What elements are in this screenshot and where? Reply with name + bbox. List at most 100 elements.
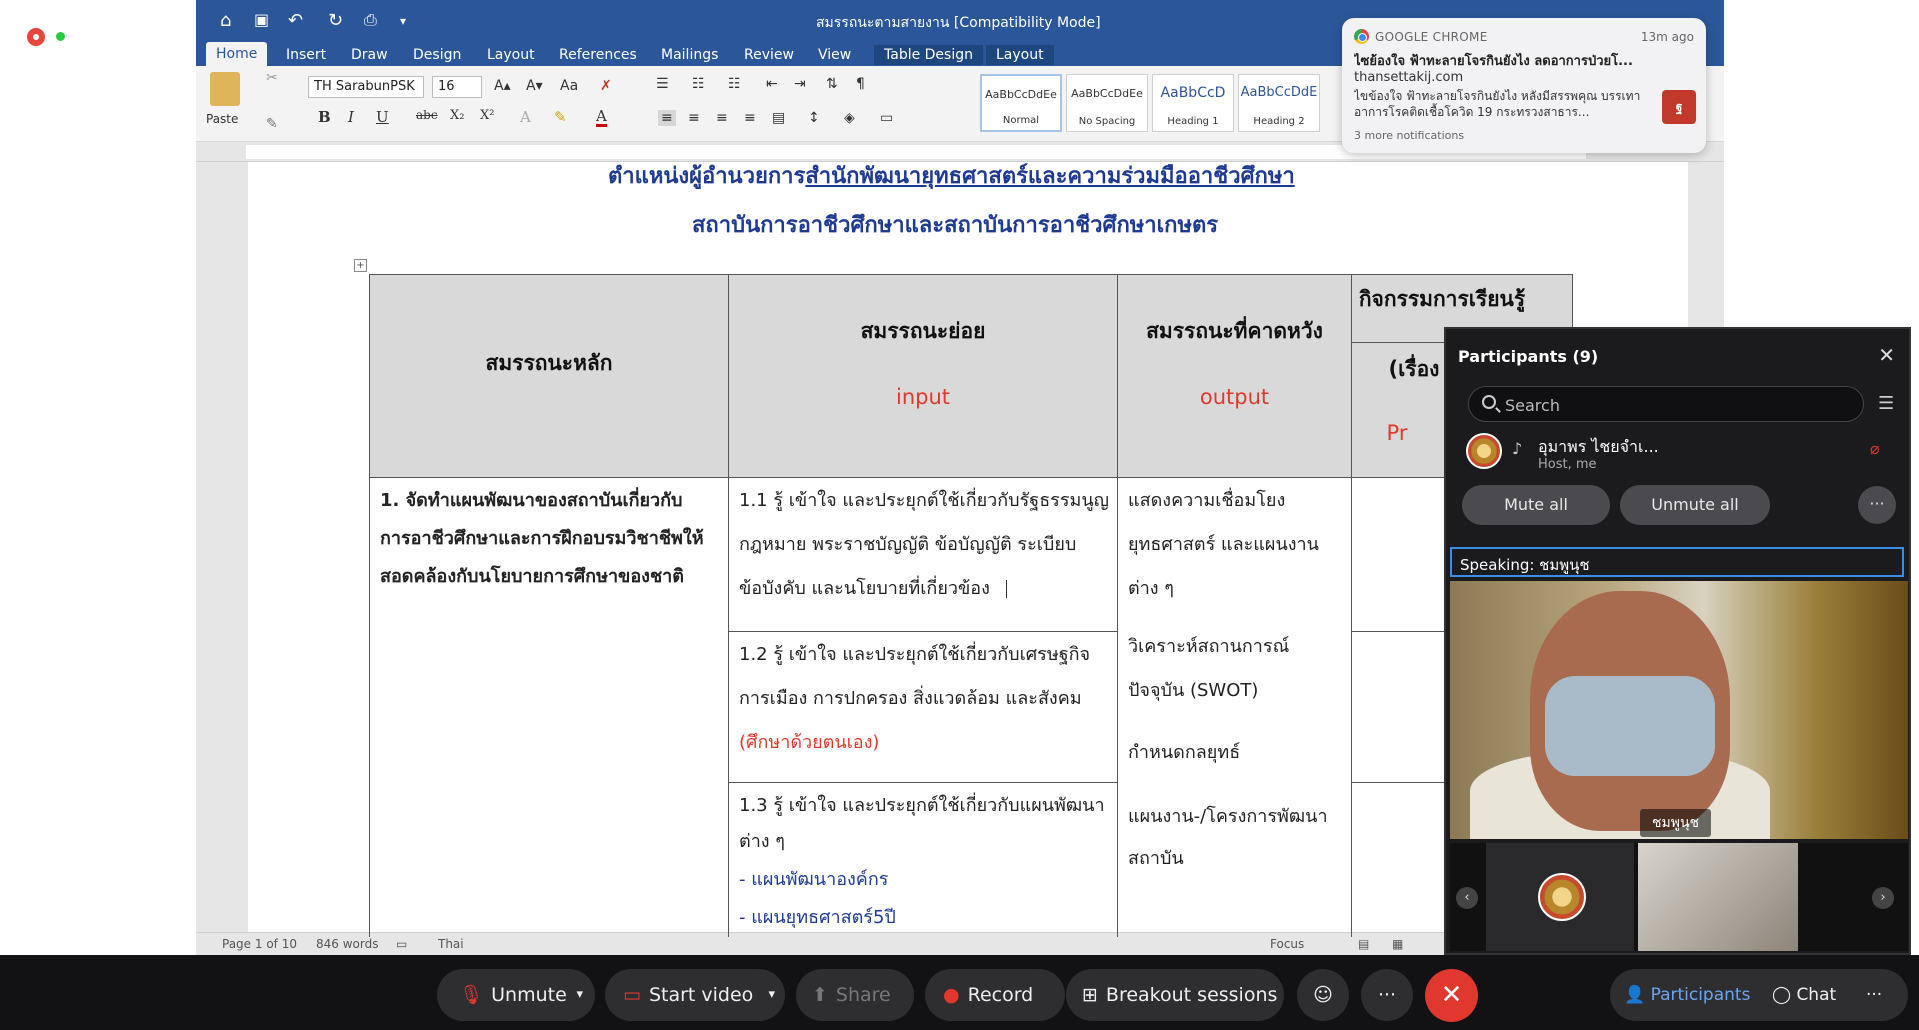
close-window-icon[interactable] <box>27 28 45 46</box>
mute-all-button[interactable]: Mute all <box>1462 485 1610 525</box>
text-effects-icon[interactable]: A <box>520 108 531 126</box>
activity-cell-1[interactable] <box>1351 477 1451 632</box>
style-normal[interactable]: AaBbCcDdEe Normal <box>980 74 1062 132</box>
language[interactable]: Thai <box>438 937 464 951</box>
word-count[interactable]: 846 words <box>316 937 378 951</box>
clear-format-icon[interactable]: ✗ <box>600 78 612 94</box>
page-count[interactable]: Page 1 of 10 <box>222 937 297 951</box>
shrink-font-icon[interactable]: A▾ <box>526 78 543 94</box>
chevron-down-icon[interactable]: ▾ <box>768 969 775 1021</box>
change-case-icon[interactable]: Aa <box>560 78 578 94</box>
font-name-select[interactable]: TH SarabunPSK <box>308 76 424 98</box>
align-right-icon[interactable]: ≡ <box>716 110 728 126</box>
chat-button[interactable]: ◯ Chat <box>1772 969 1836 1021</box>
strikethrough-icon[interactable]: abc <box>416 108 438 122</box>
more-options-button[interactable]: ··· <box>1858 486 1896 524</box>
tab-layout[interactable]: Layout <box>477 45 545 65</box>
chevron-left-icon[interactable]: ‹ <box>1456 887 1478 909</box>
numbering-icon[interactable]: ☷ <box>692 76 705 92</box>
highlight-icon[interactable]: ✎ <box>554 108 567 126</box>
expected-competency-cell[interactable]: แสดงความเชื่อมโยง ยุทธศาสตร์ และแผนงาน ต… <box>1117 477 1352 937</box>
activity-cell-3[interactable] <box>1351 782 1451 937</box>
activity-cell-2[interactable] <box>1351 631 1451 783</box>
participant-row[interactable]: ♪ อุมาพร ไชยจำเ... Host, me ⌀ <box>1446 429 1906 473</box>
superscript-icon[interactable]: X² <box>480 108 494 123</box>
participants-button[interactable]: 👤 Participants <box>1624 969 1750 1021</box>
underline-icon[interactable]: U <box>376 108 389 126</box>
tab-home[interactable]: Home <box>206 42 268 66</box>
close-icon[interactable]: ✕ <box>1878 343 1895 367</box>
header-main-competency[interactable]: สมรรถนะหลัก <box>369 274 729 478</box>
chevron-right-icon[interactable]: › <box>1872 887 1894 909</box>
align-center-icon[interactable]: ≡ <box>688 110 700 126</box>
record-button[interactable]: ● Record <box>925 969 1065 1021</box>
shading-icon[interactable]: ◈ <box>844 110 855 126</box>
reactions-button[interactable]: ☺ <box>1297 969 1349 1021</box>
more-button[interactable]: ··· <box>1361 969 1413 1021</box>
show-formatting-icon[interactable]: ¶ <box>856 76 865 92</box>
undo-icon[interactable]: ↶ <box>288 10 303 31</box>
align-left-icon[interactable]: ≡ <box>658 110 676 126</box>
unmute-all-button[interactable]: Unmute all <box>1620 485 1770 525</box>
distributed-icon[interactable]: ▤ <box>772 110 785 126</box>
tab-mailings[interactable]: Mailings <box>651 45 728 65</box>
web-layout-icon[interactable]: ▦ <box>1392 937 1403 951</box>
main-competency-cell[interactable]: 1. จัดทำแผนพัฒนาของสถาบันเกี่ยวกับ การอา… <box>369 477 729 937</box>
save-icon[interactable]: ▣ <box>254 10 269 29</box>
style-no-spacing[interactable]: AaBbCcDdEe No Spacing <box>1066 74 1148 132</box>
tab-view[interactable]: View <box>808 45 861 65</box>
vertical-ruler[interactable] <box>196 162 218 932</box>
mic-muted-icon[interactable]: ⌀ <box>1870 439 1880 458</box>
multilevel-list-icon[interactable]: ☷ <box>728 76 741 92</box>
style-heading-1[interactable]: AaBbCcD Heading 1 <box>1152 74 1234 132</box>
breakout-sessions-button[interactable]: ⊞ Breakout sessions <box>1066 969 1284 1021</box>
tab-design[interactable]: Design <box>403 45 471 65</box>
tab-draw[interactable]: Draw <box>341 45 398 65</box>
thumbnail-video-1[interactable] <box>1486 843 1634 951</box>
chevron-down-icon[interactable]: ▾ <box>576 969 583 1021</box>
share-button[interactable]: ⬆ Share <box>796 969 914 1021</box>
search-input[interactable] <box>1505 394 1845 416</box>
redo-icon[interactable]: ↻ <box>328 10 343 31</box>
table-move-handle-icon[interactable]: + <box>354 259 367 272</box>
paste-icon[interactable] <box>210 72 240 106</box>
tab-references[interactable]: References <box>549 45 647 65</box>
end-meeting-button[interactable]: ✕ <box>1425 969 1478 1022</box>
more-right-button[interactable]: ··· <box>1866 969 1882 1021</box>
tab-insert[interactable]: Insert <box>276 45 336 65</box>
cut-icon[interactable]: ✂ <box>266 70 278 86</box>
subscript-icon[interactable]: X₂ <box>450 108 464 123</box>
print-layout-icon[interactable]: ▤ <box>1358 937 1369 951</box>
tab-table-design[interactable]: Table Design <box>874 45 983 65</box>
proofing-icon[interactable]: ▭ <box>396 937 407 951</box>
font-size-select[interactable]: 16 <box>432 76 482 98</box>
home-icon[interactable]: ⌂ <box>220 10 231 31</box>
format-painter-icon[interactable]: ✎ <box>266 116 278 132</box>
print-icon[interactable]: ⎙ <box>364 10 377 30</box>
line-spacing-icon[interactable]: ↕ <box>808 110 820 126</box>
active-speaker-video[interactable]: ชมพูนุช <box>1450 581 1908 839</box>
customize-toolbar-icon[interactable]: ▾ <box>400 14 406 28</box>
bold-icon[interactable]: B <box>318 108 331 126</box>
style-heading-2[interactable]: AaBbCcDdE Heading 2 <box>1238 74 1320 132</box>
justify-icon[interactable]: ≡ <box>744 110 756 126</box>
increase-indent-icon[interactable]: ⇥ <box>794 76 806 92</box>
sub-competency-1-3[interactable]: 1.3 รู้ เข้าใจ และประยุกต์ใช้เกี่ยวกับแผ… <box>728 782 1118 937</box>
tab-review[interactable]: Review <box>734 45 804 65</box>
grow-font-icon[interactable]: A▴ <box>494 78 511 94</box>
participants-search[interactable] <box>1468 386 1864 422</box>
italic-icon[interactable]: I <box>348 108 354 126</box>
thumbnail-video-2[interactable] <box>1638 843 1798 951</box>
bullets-icon[interactable]: ☰ <box>656 76 669 92</box>
focus-button[interactable]: Focus <box>1270 937 1304 951</box>
font-color-icon[interactable]: A <box>596 108 607 127</box>
borders-icon[interactable]: ▭ <box>880 110 893 126</box>
sort-icon[interactable]: ⇅ <box>826 76 838 92</box>
more-notifications[interactable]: 3 more notifications <box>1354 129 1464 142</box>
paste-label[interactable]: Paste <box>206 112 238 126</box>
sub-competency-1-2[interactable]: 1.2 รู้ เข้าใจ และประยุกต์ใช้เกี่ยวกับเศ… <box>728 631 1118 783</box>
chrome-notification[interactable]: GOOGLE CHROME 13m ago ไซย้องใจ ฟ้าทะลายโ… <box>1342 18 1706 153</box>
header-sub-competency[interactable]: สมรรถนะย่อย input <box>728 274 1118 478</box>
sub-competency-1-1[interactable]: 1.1 รู้ เข้าใจ และประยุกต์ใช้เกี่ยวกับรั… <box>728 477 1118 632</box>
tab-table-layout[interactable]: Layout <box>986 45 1054 65</box>
